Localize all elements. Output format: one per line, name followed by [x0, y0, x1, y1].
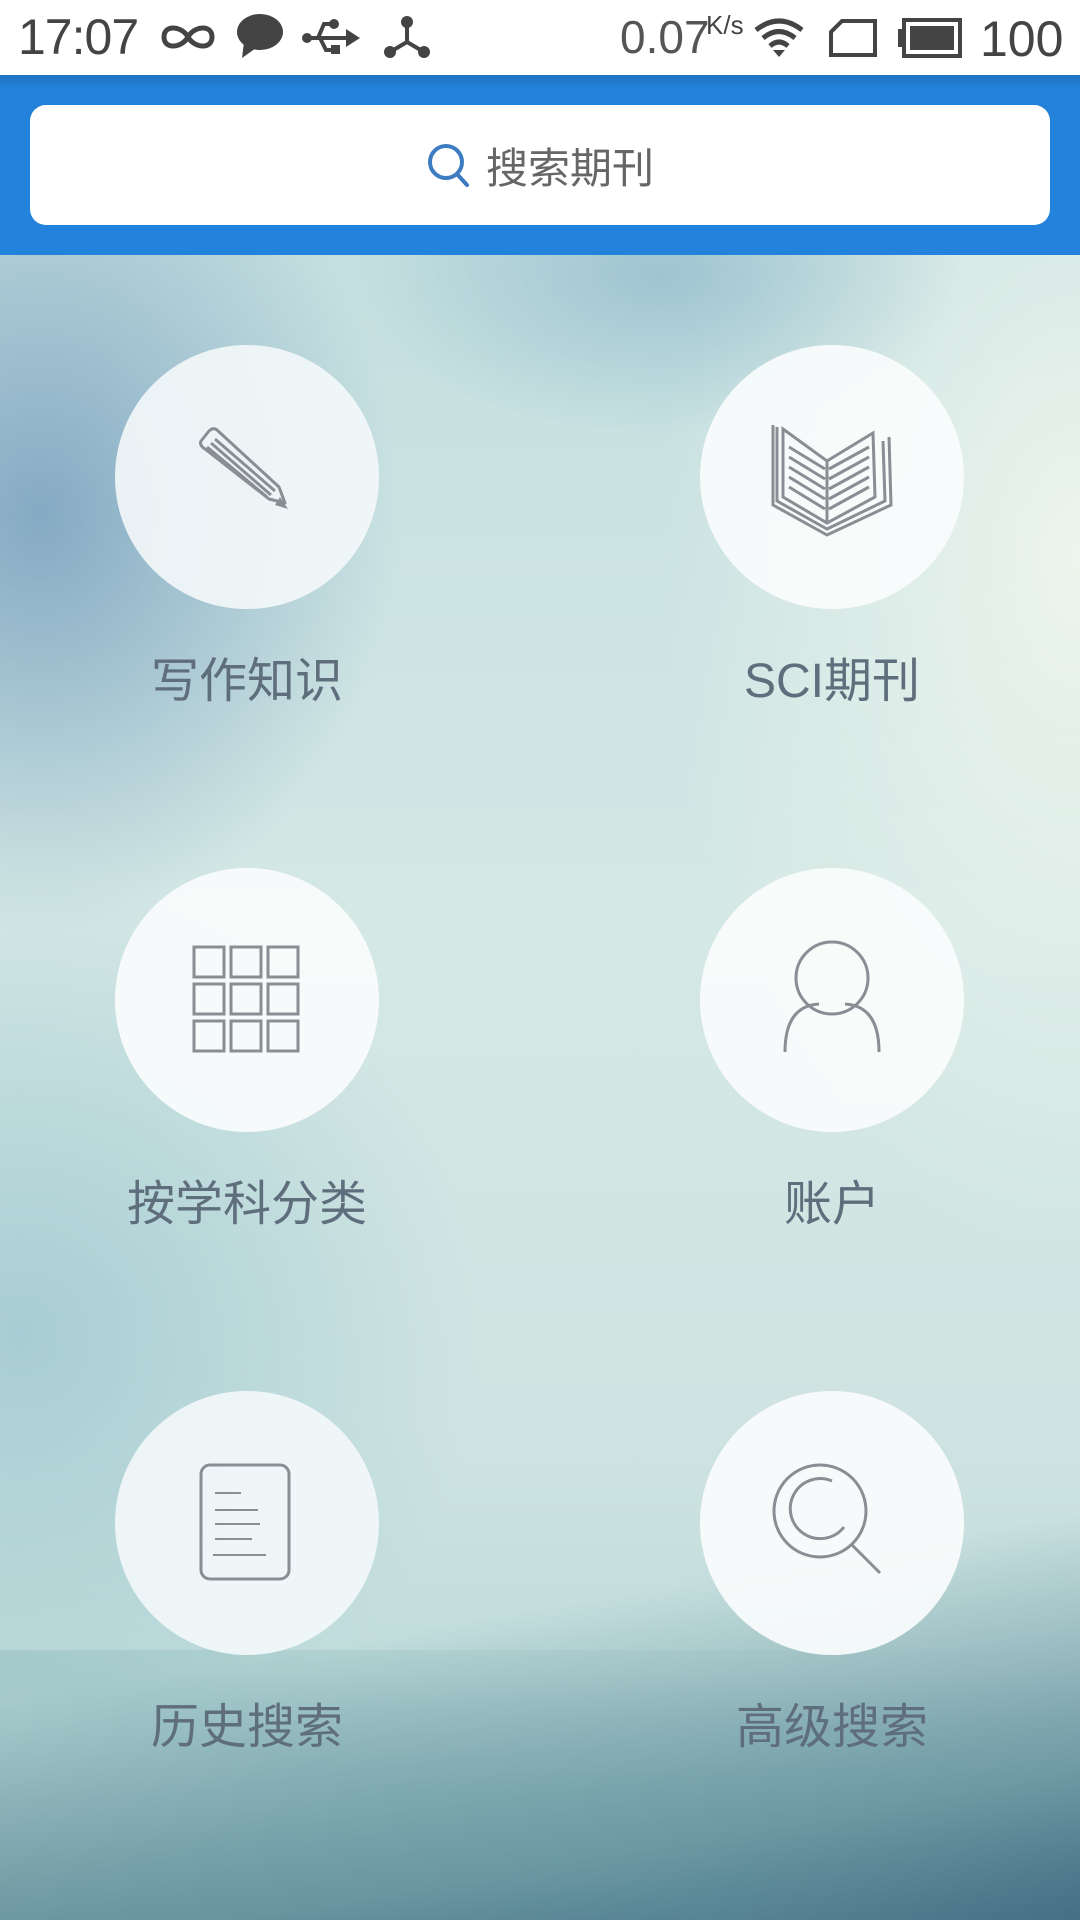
- menu-item-account[interactable]: 账户: [632, 868, 1032, 1248]
- menu-item-advanced-search[interactable]: 高级搜索: [632, 1391, 1032, 1771]
- menu-item-subject[interactable]: 按学科分类: [47, 868, 447, 1248]
- menu-item-label: 高级搜索: [735, 1699, 928, 1755]
- wifi-icon: [752, 16, 806, 62]
- infinity-icon: [158, 18, 218, 60]
- menu-item-circle: [700, 345, 964, 609]
- header-bar: 搜索期刊: [0, 75, 1080, 255]
- menu-item-writing[interactable]: 写作知识: [47, 345, 447, 725]
- status-bar: 17:07 0.07 K/s 100: [0, 0, 1080, 75]
- user-icon: [777, 940, 887, 1060]
- network-speed: 0.07: [620, 11, 710, 63]
- battery-icon: [898, 18, 962, 62]
- search-placeholder: 搜索期刊: [485, 143, 654, 193]
- pencil-icon: [187, 417, 307, 537]
- document-icon: [197, 1462, 297, 1584]
- menu-item-label: SCI期刊: [743, 655, 921, 708]
- menu-item-circle: [700, 868, 964, 1132]
- menu-item-circle: [115, 1391, 379, 1655]
- menu-item-circle: [115, 345, 379, 609]
- menu-item-sci[interactable]: SCI期刊: [632, 345, 1032, 725]
- grid-icon: [192, 945, 302, 1055]
- menu-item-label: 历史搜索: [150, 1699, 343, 1755]
- network-speed-unit: K/s: [706, 10, 744, 40]
- menu-item-label: 按学科分类: [126, 1176, 367, 1232]
- battery-percent: 100: [980, 11, 1064, 67]
- search-input[interactable]: 搜索期刊: [30, 105, 1050, 225]
- share-node-icon: [382, 14, 432, 64]
- menu-item-circle: [115, 868, 379, 1132]
- menu-item-label: 写作知识: [150, 653, 343, 709]
- status-time: 17:07: [18, 9, 139, 65]
- usb-icon: [300, 14, 362, 62]
- menu-item-history[interactable]: 历史搜索: [47, 1391, 447, 1771]
- magnifier-icon: [772, 1463, 892, 1583]
- chat-bubble-icon: [234, 12, 284, 64]
- menu-item-label: 账户: [783, 1176, 880, 1232]
- menu-item-circle: [700, 1391, 964, 1655]
- sim-card-icon: [828, 18, 878, 62]
- open-book-icon: [767, 417, 897, 537]
- search-icon: [426, 142, 472, 188]
